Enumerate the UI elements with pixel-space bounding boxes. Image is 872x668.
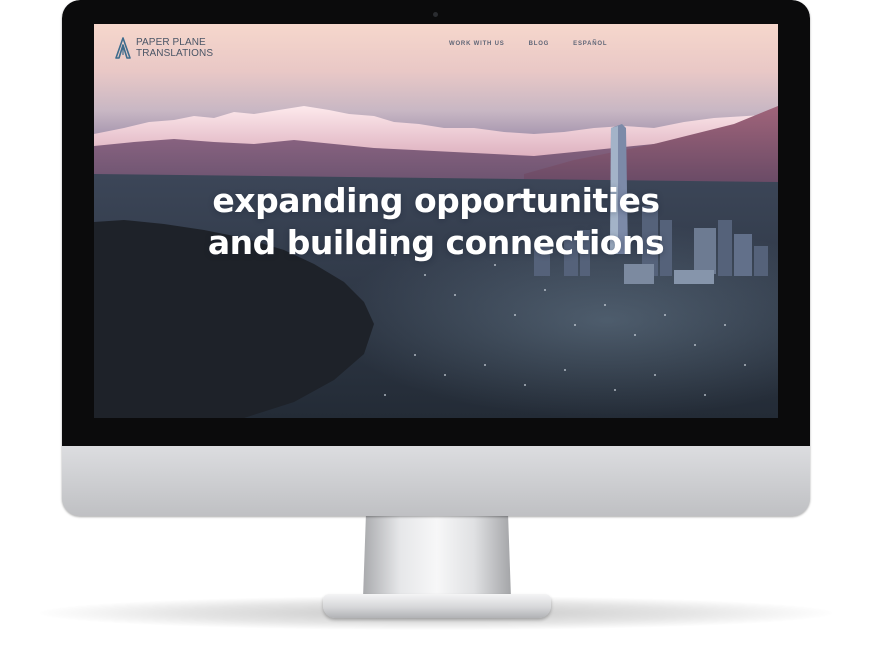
nav-item-work-with-us[interactable]: WORK WITH US (449, 41, 505, 47)
hero-headline-line-1: expanding opportunities (212, 181, 660, 220)
camera-icon (433, 12, 438, 17)
brand-line-2: TRANSLATIONS (136, 48, 214, 59)
nav-item-blog[interactable]: BLOG (529, 41, 550, 47)
hero-headline: expanding opportunities and building con… (94, 180, 778, 264)
hero-headline-line-2: and building connections (207, 223, 665, 262)
nav-links: WORK WITH US BLOG ESPAÑOL (449, 41, 631, 47)
brand-logo[interactable]: PAPER PLANE TRANSLATIONS (114, 36, 213, 60)
monitor-chin (62, 446, 810, 516)
monitor-stand-neck (363, 514, 511, 598)
brand-line-1: PAPER PLANE (136, 37, 206, 48)
top-navigation: PAPER PLANE TRANSLATIONS WORK WITH US BL… (94, 24, 778, 68)
paper-plane-a-icon (115, 37, 131, 59)
monitor-stand-foot (323, 594, 551, 618)
brand-name: PAPER PLANE TRANSLATIONS (136, 37, 213, 59)
website-screen: PAPER PLANE TRANSLATIONS WORK WITH US BL… (94, 24, 778, 418)
nav-item-espanol[interactable]: ESPAÑOL (573, 41, 607, 47)
